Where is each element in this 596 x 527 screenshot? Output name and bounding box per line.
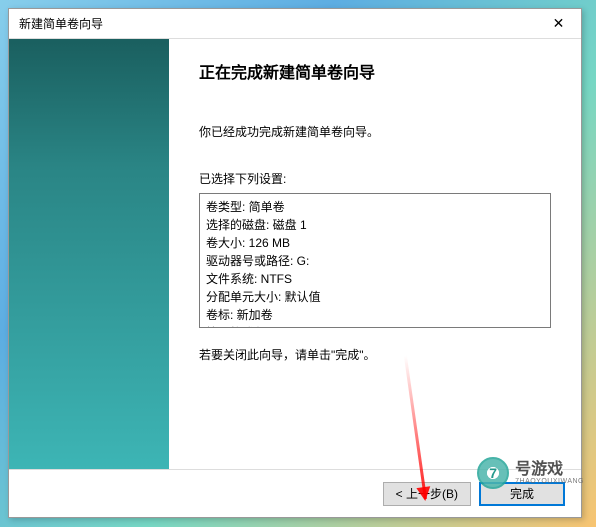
wizard-sidebar-image xyxy=(9,39,169,469)
list-item: 分配单元大小: 默认值 xyxy=(206,288,544,306)
close-instruction: 若要关闭此向导，请单击"完成"。 xyxy=(199,346,551,363)
wizard-main: 正在完成新建简单卷向导 你已经成功完成新建简单卷向导。 已选择下列设置: 卷类型… xyxy=(169,39,581,469)
completion-message: 你已经成功完成新建简单卷向导。 xyxy=(199,123,551,140)
list-item: 文件系统: NTFS xyxy=(206,270,544,288)
wizard-dialog: 新建简单卷向导 ✕ 正在完成新建简单卷向导 你已经成功完成新建简单卷向导。 已选… xyxy=(8,8,582,518)
titlebar: 新建简单卷向导 ✕ xyxy=(9,9,581,39)
dialog-content: 正在完成新建简单卷向导 你已经成功完成新建简单卷向导。 已选择下列设置: 卷类型… xyxy=(9,39,581,469)
list-item: 驱动器号或路径: G: xyxy=(206,252,544,270)
page-title: 正在完成新建简单卷向导 xyxy=(199,59,551,83)
window-title: 新建简单卷向导 xyxy=(19,15,103,32)
finish-button[interactable]: 完成 xyxy=(479,482,565,506)
list-item: 卷类型: 简单卷 xyxy=(206,198,544,216)
list-item: 快速格式化: 是 xyxy=(206,324,544,328)
settings-label: 已选择下列设置: xyxy=(199,170,551,187)
list-item: 卷标: 新加卷 xyxy=(206,306,544,324)
close-button[interactable]: ✕ xyxy=(536,9,581,38)
button-bar: < 上一步(B) 完成 xyxy=(9,469,581,517)
back-button[interactable]: < 上一步(B) xyxy=(383,482,471,506)
close-icon: ✕ xyxy=(553,15,565,32)
list-item: 选择的磁盘: 磁盘 1 xyxy=(206,216,544,234)
list-item: 卷大小: 126 MB xyxy=(206,234,544,252)
settings-listbox[interactable]: 卷类型: 简单卷 选择的磁盘: 磁盘 1 卷大小: 126 MB 驱动器号或路径… xyxy=(199,193,551,328)
